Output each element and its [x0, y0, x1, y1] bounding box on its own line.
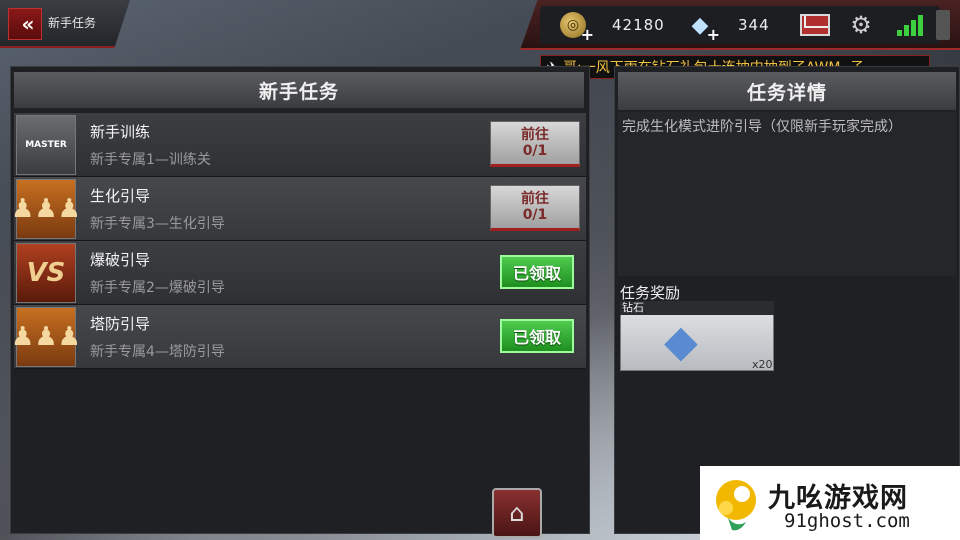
gear-icon[interactable]: ⚙ [848, 11, 874, 39]
task-subtitle: 新手专属2—爆破引导 [90, 280, 225, 296]
detail-panel-title: 任务详情 [618, 72, 956, 110]
gold-value: 42180 [612, 16, 665, 34]
go-button[interactable]: 前往 0/1 [490, 121, 580, 167]
back-button[interactable]: « [8, 8, 42, 40]
task-subtitle: 新手专属3—生化引导 [90, 216, 225, 232]
watermark-url: 91ghost.com [784, 510, 910, 532]
claimed-badge: 已领取 [500, 255, 574, 289]
page-tab-title: 新手任务 [48, 16, 97, 30]
soldiers-icon: ♟♟♟ [11, 179, 81, 239]
task-progress: 0/1 [522, 207, 548, 223]
task-title: 爆破引导 [90, 251, 151, 269]
task-title: 生化引导 [90, 187, 151, 205]
reward-label: 任务奖励 [620, 284, 681, 302]
task-list: MASTER 新手训练 新手专属1—训练关 前往 0/1 ♟♟♟ 生化引导 新手… [11, 113, 586, 369]
vs-icon: VS [16, 243, 76, 303]
task-subtitle: 新手专属1—训练关 [90, 152, 211, 168]
task-description: 完成生化模式进阶引导（仅限新手玩家完成） [622, 119, 902, 135]
diamond-value: 344 [738, 16, 770, 34]
task-row[interactable]: MASTER 新手训练 新手专属1—训练关 前往 0/1 [14, 113, 586, 177]
task-progress: 0/1 [522, 143, 548, 159]
task-row[interactable]: ♟♟♟ 塔防引导 新手专属4—塔防引导 已领取 [11, 305, 586, 369]
home-button[interactable]: ⌂ [492, 488, 542, 538]
task-panel-title: 新手任务 [14, 72, 584, 110]
soldiers-icon: ♟♟♟ [11, 307, 81, 367]
detail-box [618, 112, 956, 276]
claimed-badge: 已领取 [500, 319, 574, 353]
signal-icon [896, 14, 924, 36]
gold-coin-icon[interactable]: ◎ + [560, 12, 594, 44]
master-badge-icon: MASTER [16, 115, 76, 175]
reward-count: x20 [752, 358, 773, 371]
go-button-label: 前往 [521, 127, 549, 143]
home-icon: ⌂ [509, 499, 525, 527]
task-subtitle: 新手专属4—塔防引导 [90, 344, 225, 360]
task-row[interactable]: VS 爆破引导 新手专属2—爆破引导 已领取 [14, 241, 586, 305]
task-row[interactable]: ♟♟♟ 生化引导 新手专属3—生化引导 前往 0/1 [11, 177, 586, 241]
side-handle[interactable] [936, 10, 950, 40]
task-title: 塔防引导 [90, 315, 151, 333]
task-title: 新手训练 [90, 123, 151, 141]
reward-name: 钻石 [620, 301, 774, 315]
go-button[interactable]: 前往 0/1 [490, 185, 580, 231]
mail-icon[interactable] [800, 14, 830, 36]
watermark-logo-icon [716, 480, 756, 531]
go-button-label: 前往 [521, 191, 549, 207]
diamond-icon[interactable]: ◆ + [686, 12, 720, 45]
diamond-reward-icon: ◆ [664, 316, 698, 367]
